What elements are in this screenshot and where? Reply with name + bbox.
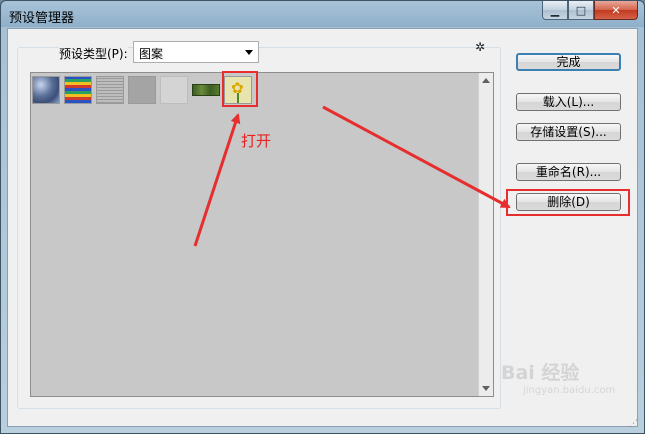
watermark: Bai 经验 jingyan.baidu.com (501, 358, 615, 396)
watermark-main: Bai 经验 (501, 362, 580, 384)
title-bar[interactable]: 预设管理器 ▁ □ ✕ (1, 1, 644, 28)
delete-button-highlight (506, 189, 630, 216)
resize-grip-icon[interactable]: ⋰ (629, 419, 638, 429)
window-controls: ▁ □ ✕ (542, 1, 638, 20)
annotation-open-label: 打开 (241, 132, 272, 150)
save-settings-button[interactable]: 存储设置(S)... (516, 123, 621, 141)
sunflower-thumb-highlight (222, 71, 258, 107)
preset-list[interactable]: ✿ (30, 72, 494, 397)
load-button[interactable]: 载入(L)... (516, 93, 621, 111)
preset-thumb-gray-solid[interactable] (128, 76, 156, 104)
window-title: 预设管理器 (9, 11, 75, 26)
scroll-down-icon[interactable] (482, 386, 490, 391)
preset-type-value: 图案 (139, 47, 164, 61)
preset-thumb-bubbles[interactable] (32, 76, 60, 104)
preset-type-select[interactable]: 图案 (133, 41, 259, 63)
preset-thumb-light-gray[interactable] (160, 76, 188, 104)
scroll-up-icon[interactable] (482, 78, 490, 83)
preset-type-label: 预设类型(P): (59, 45, 128, 62)
watermark-sub: jingyan.baidu.com (523, 385, 616, 396)
preset-thumb-gray-texture[interactable] (96, 76, 124, 104)
preset-manager-window: 预设管理器 ▁ □ ✕ 预设类型(P): 图案 ✲ ✿ 完成 载入(L)... … (0, 0, 645, 434)
preset-list-scrollbar[interactable] (478, 73, 493, 396)
done-button[interactable]: 完成 (516, 53, 621, 71)
grass-swatch (192, 84, 220, 96)
preset-thumb-grass[interactable] (192, 76, 220, 104)
preset-thumb-color-stripes[interactable] (64, 76, 92, 104)
maximize-button[interactable]: □ (568, 1, 594, 20)
chevron-down-icon (245, 50, 253, 55)
gear-icon[interactable]: ✲ (475, 40, 485, 54)
close-button[interactable]: ✕ (594, 1, 638, 20)
rename-button[interactable]: 重命名(R)... (516, 163, 621, 181)
minimize-button[interactable]: ▁ (542, 1, 568, 20)
